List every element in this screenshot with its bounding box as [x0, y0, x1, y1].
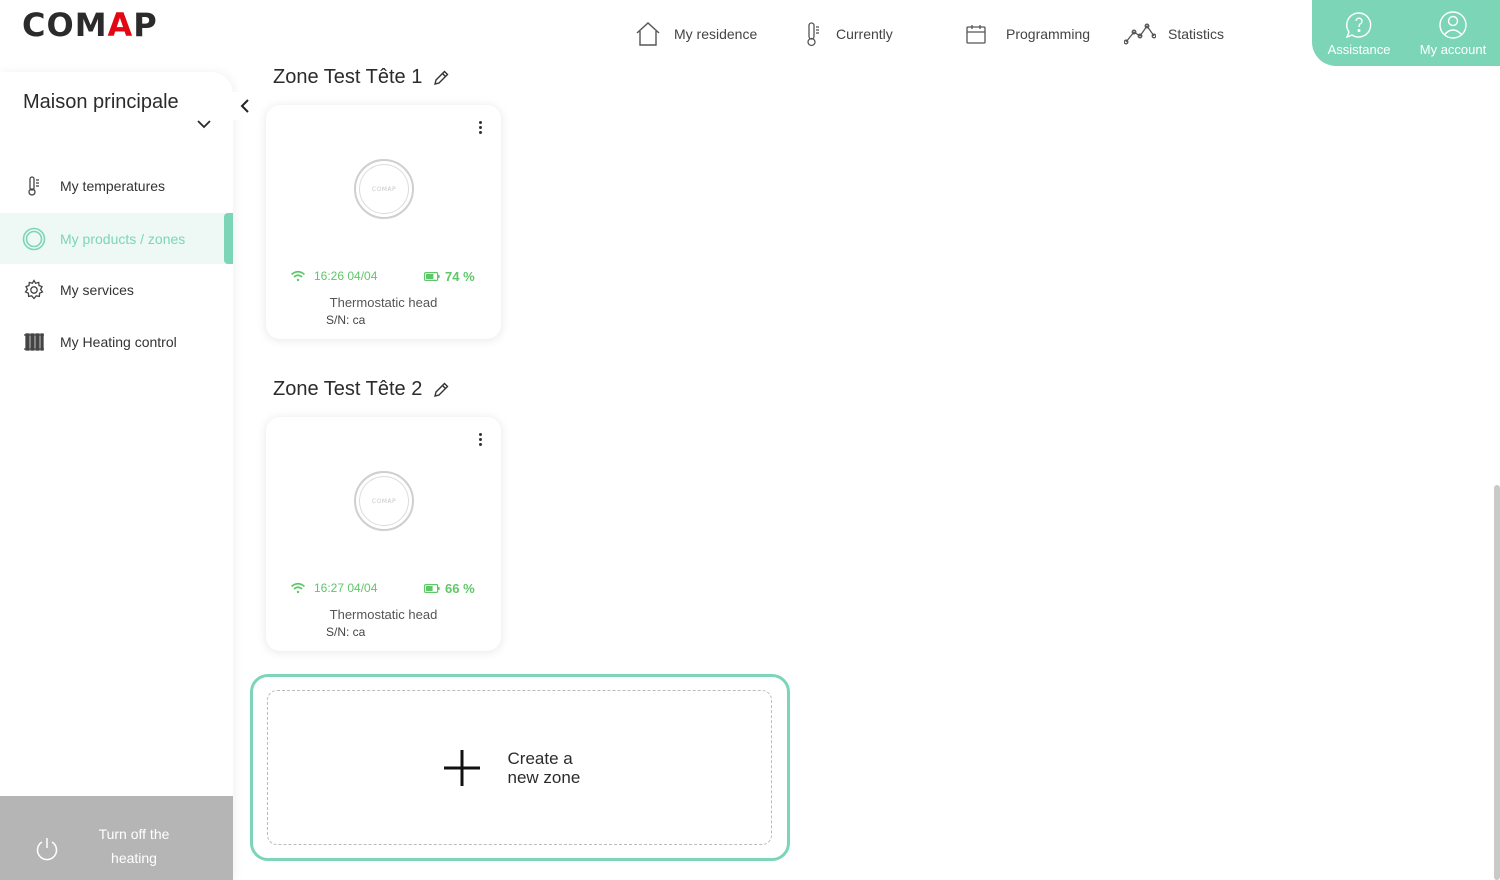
create-zone-label: Create a new zone [508, 749, 598, 787]
connection-status: 16:27 04/04 [290, 581, 377, 595]
product-card[interactable]: COMAP 16:27 04/04 66 % Thermostatic head… [266, 417, 501, 651]
nav-currently-label: Currently [836, 26, 893, 42]
thermostatic-head-image: COMAP [354, 159, 414, 219]
my-account-label: My account [1419, 41, 1487, 57]
sidebar-item-label: My products / zones [60, 230, 186, 247]
plus-icon [443, 749, 480, 786]
zone-title-text: Zone Test Tête 2 [273, 378, 423, 400]
zone-title-text: Zone Test Tête 1 [273, 66, 423, 88]
battery-level: 66 % [445, 581, 475, 596]
logo-text-p: P [133, 6, 158, 44]
pencil-icon[interactable] [432, 69, 450, 87]
pencil-icon[interactable] [432, 381, 450, 399]
user-icon [1439, 10, 1467, 39]
assistance-button[interactable]: Assistance [1312, 0, 1406, 66]
comap-logo[interactable]: COMAP [22, 6, 202, 44]
thermometer-icon [807, 22, 819, 47]
nav-statistics-label: Statistics [1168, 26, 1225, 42]
create-zone-button[interactable]: Create a new zone [250, 674, 790, 861]
device-logo: COMAP [359, 476, 409, 526]
battery-level: 74 % [445, 269, 475, 284]
nav-my-residence[interactable]: My residence [634, 18, 757, 50]
last-sync-time: 16:26 04/04 [314, 269, 378, 283]
collapse-sidebar-button[interactable] [233, 92, 257, 120]
zone-title: Zone Test Tête 2 [273, 378, 450, 401]
more-options-icon[interactable] [473, 429, 487, 449]
sidebar: Maison principale My temperatures My pro… [0, 72, 233, 880]
sidebar-item-label: My services [60, 281, 134, 298]
power-icon [36, 838, 58, 861]
nav-my-residence-label: My residence [674, 26, 758, 42]
product-type: Thermostatic head [329, 607, 438, 622]
chevron-left-icon [240, 99, 249, 113]
help-bubble-icon [1345, 11, 1372, 38]
zone-title: Zone Test Tête 1 [273, 66, 450, 89]
assistance-label: Assistance [1327, 41, 1391, 57]
logo-text-com: COM [22, 6, 108, 44]
line-chart-icon [1124, 23, 1156, 45]
battery-icon [424, 272, 440, 281]
sidebar-item-my-heating-control[interactable]: My Heating control [0, 316, 233, 367]
chevron-down-icon[interactable] [196, 118, 212, 130]
nav-statistics[interactable]: Statistics [1124, 18, 1224, 50]
my-account-button[interactable]: My account [1406, 0, 1500, 66]
product-card[interactable]: COMAP 16:26 04/04 74 % Thermostatic head… [266, 105, 501, 339]
logo-text-a: A [107, 6, 134, 44]
sidebar-item-label: My Heating control [60, 333, 177, 350]
turn-off-heating-label: Turn off the heating [98, 826, 170, 866]
last-sync-time: 16:27 04/04 [314, 581, 378, 595]
more-options-icon[interactable] [473, 117, 487, 137]
connection-status: 16:26 04/04 [290, 269, 377, 283]
thermometer-icon [22, 174, 46, 198]
scrollbar[interactable] [1494, 485, 1500, 880]
battery-status: 74 % [424, 269, 475, 284]
turn-off-heating-button[interactable]: Turn off the heating [0, 796, 233, 880]
product-type: Thermostatic head [329, 295, 438, 310]
wifi-icon [290, 582, 306, 594]
house-icon [636, 22, 660, 46]
residence-name[interactable]: Maison principale [23, 91, 179, 114]
calendar-icon [966, 25, 986, 44]
create-zone-dropzone: Create a new zone [267, 690, 772, 845]
serial-number: S/N: ca [326, 625, 366, 639]
ring-icon [22, 227, 46, 251]
create-zone-label-line2: new zone [507, 767, 581, 787]
thermostatic-head-image: COMAP [354, 471, 414, 531]
sidebar-item-label: My temperatures [60, 177, 166, 194]
sidebar-item-my-services[interactable]: My services [0, 264, 233, 315]
wifi-icon [290, 270, 306, 282]
gear-icon [22, 278, 46, 302]
nav-programming[interactable]: Programming [964, 18, 1090, 50]
serial-number: S/N: ca [326, 313, 366, 327]
create-zone-label-line1: Create a [507, 748, 573, 768]
nav-currently[interactable]: Currently [802, 18, 893, 50]
battery-icon [424, 584, 440, 593]
nav-programming-label: Programming [1006, 26, 1091, 42]
radiator-icon [22, 330, 46, 354]
account-panel: Assistance My account [1312, 0, 1500, 66]
device-logo: COMAP [359, 164, 409, 214]
sidebar-item-my-products-zones[interactable]: My products / zones [0, 213, 233, 264]
battery-status: 66 % [424, 581, 475, 596]
sidebar-item-my-temperatures[interactable]: My temperatures [0, 160, 233, 211]
